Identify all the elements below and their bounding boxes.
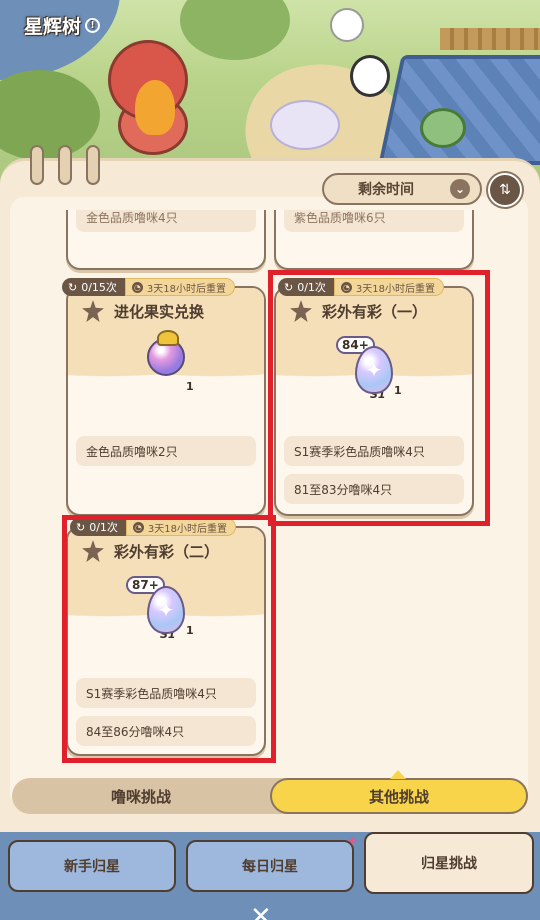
attempt-count: 0/15次 [81, 281, 117, 294]
page-title: 星辉树 [24, 16, 82, 38]
reset-timer: 3天18小时后重置 [146, 283, 227, 295]
card-partial-right[interactable]: 紫色品质噜咪6只 [274, 210, 474, 270]
mouse-creature [420, 108, 466, 148]
card-counter: ↻ 0/15次 ◔ 3天18小时后重置 [62, 278, 236, 296]
ring-icon [30, 145, 44, 185]
reset-timer: 3天18小时后重置 [355, 283, 436, 295]
reward[interactable] [68, 330, 264, 376]
notebook-rings [30, 145, 100, 185]
tab-label: 新手归星 [64, 859, 120, 875]
sparkle-badge-icon: ✦ [346, 834, 358, 850]
card-partial-left[interactable]: 金色品质噜咪4只 [66, 210, 266, 270]
tab-newbie[interactable]: 新手归星 [8, 840, 176, 892]
attempt-count: 0/1次 [89, 521, 118, 534]
card-counter: ↻ 0/1次 ◔ 3天18小时后重置 [278, 278, 445, 296]
challenge-card[interactable]: 彩外有彩（二） ✦ 87+ S1 1 S1赛季彩色品质噜咪4只 84至86分噜咪… [66, 526, 266, 756]
star-icon [82, 300, 104, 322]
ring-icon [86, 145, 100, 185]
reward[interactable]: ✦ [68, 586, 264, 634]
blue-roof [378, 55, 540, 165]
star-icon [82, 540, 104, 562]
requirement: 紫色品质噜咪6只 [284, 210, 464, 232]
ghost-creature [330, 8, 364, 42]
ring-icon [58, 145, 72, 185]
evolution-fruit-icon [147, 330, 185, 376]
card-title: 进化果实兑换 [114, 302, 205, 321]
season-egg-icon: ✦ [147, 586, 185, 634]
panda-creature [350, 55, 390, 97]
chevron-down-icon: ⌄ [450, 179, 470, 199]
requirement: S1赛季彩色品质噜咪4只 [284, 436, 464, 466]
requirement: 84至86分噜咪4只 [76, 716, 256, 746]
clock-icon: ◔ [132, 521, 144, 533]
season-egg-icon: ✦ [355, 346, 393, 394]
tab-other-challenge[interactable]: 其他挑战 [270, 770, 528, 814]
timer-label: 剩余时间 [358, 182, 414, 198]
requirement: 金色品质噜咪2只 [76, 436, 256, 466]
card-list[interactable]: 金色品质噜咪4只 紫色品质噜咪6只 ↻ 0/15次 ◔ 3天18小时后重置 进化果实… [0, 210, 540, 770]
fence [440, 28, 540, 50]
tab-label: 每日归星 [242, 859, 298, 875]
clock-icon: ◔ [340, 281, 352, 293]
challenge-card[interactable]: 进化果实兑换 1 金色品质噜咪2只 [66, 286, 266, 516]
refresh-icon: ↻ [284, 280, 294, 294]
challenge-card[interactable]: 彩外有彩（一） ✦ 84+ S1 1 S1赛季彩色品质噜咪4只 81至83分噜咪… [274, 286, 474, 516]
star-icon [290, 300, 312, 322]
card-title: 彩外有彩（一） [322, 302, 428, 321]
sort-toggle-button[interactable]: ⇅ [488, 173, 522, 207]
refresh-icon: ↻ [76, 520, 86, 534]
reward-quantity: 1 [186, 380, 194, 393]
clock-icon: ◔ [131, 281, 143, 293]
attempt-count: 0/1次 [297, 281, 326, 294]
remaining-time-filter[interactable]: 剩余时间 ⌄ [322, 173, 482, 205]
refresh-icon: ↻ [68, 280, 78, 294]
close-icon[interactable]: ✕ [250, 902, 272, 920]
card-counter: ↻ 0/1次 ◔ 3天18小时后重置 [70, 518, 237, 536]
tab-lumi-challenge[interactable]: 噜咪挑战 [12, 778, 270, 814]
bunny-creature [270, 100, 340, 150]
fire-effect [135, 80, 175, 135]
tab-label: 归星挑战 [421, 856, 477, 872]
challenge-type-switch: 噜咪挑战 其他挑战 [12, 770, 528, 814]
tab-daily[interactable]: 每日归星 ✦ [186, 834, 358, 892]
page-title-row: 星辉树 ! [24, 12, 101, 39]
reward[interactable]: ✦ [276, 346, 472, 394]
info-icon[interactable]: ! [85, 18, 101, 33]
tree [180, 0, 290, 60]
requirement: 81至83分噜咪4只 [284, 474, 464, 504]
reset-timer: 3天18小时后重置 [147, 523, 228, 535]
requirement: S1赛季彩色品质噜咪4只 [76, 678, 256, 708]
card-title: 彩外有彩（二） [114, 542, 220, 561]
requirement: 金色品质噜咪4只 [76, 210, 256, 232]
tab-challenge[interactable]: 归星挑战 [364, 832, 534, 894]
